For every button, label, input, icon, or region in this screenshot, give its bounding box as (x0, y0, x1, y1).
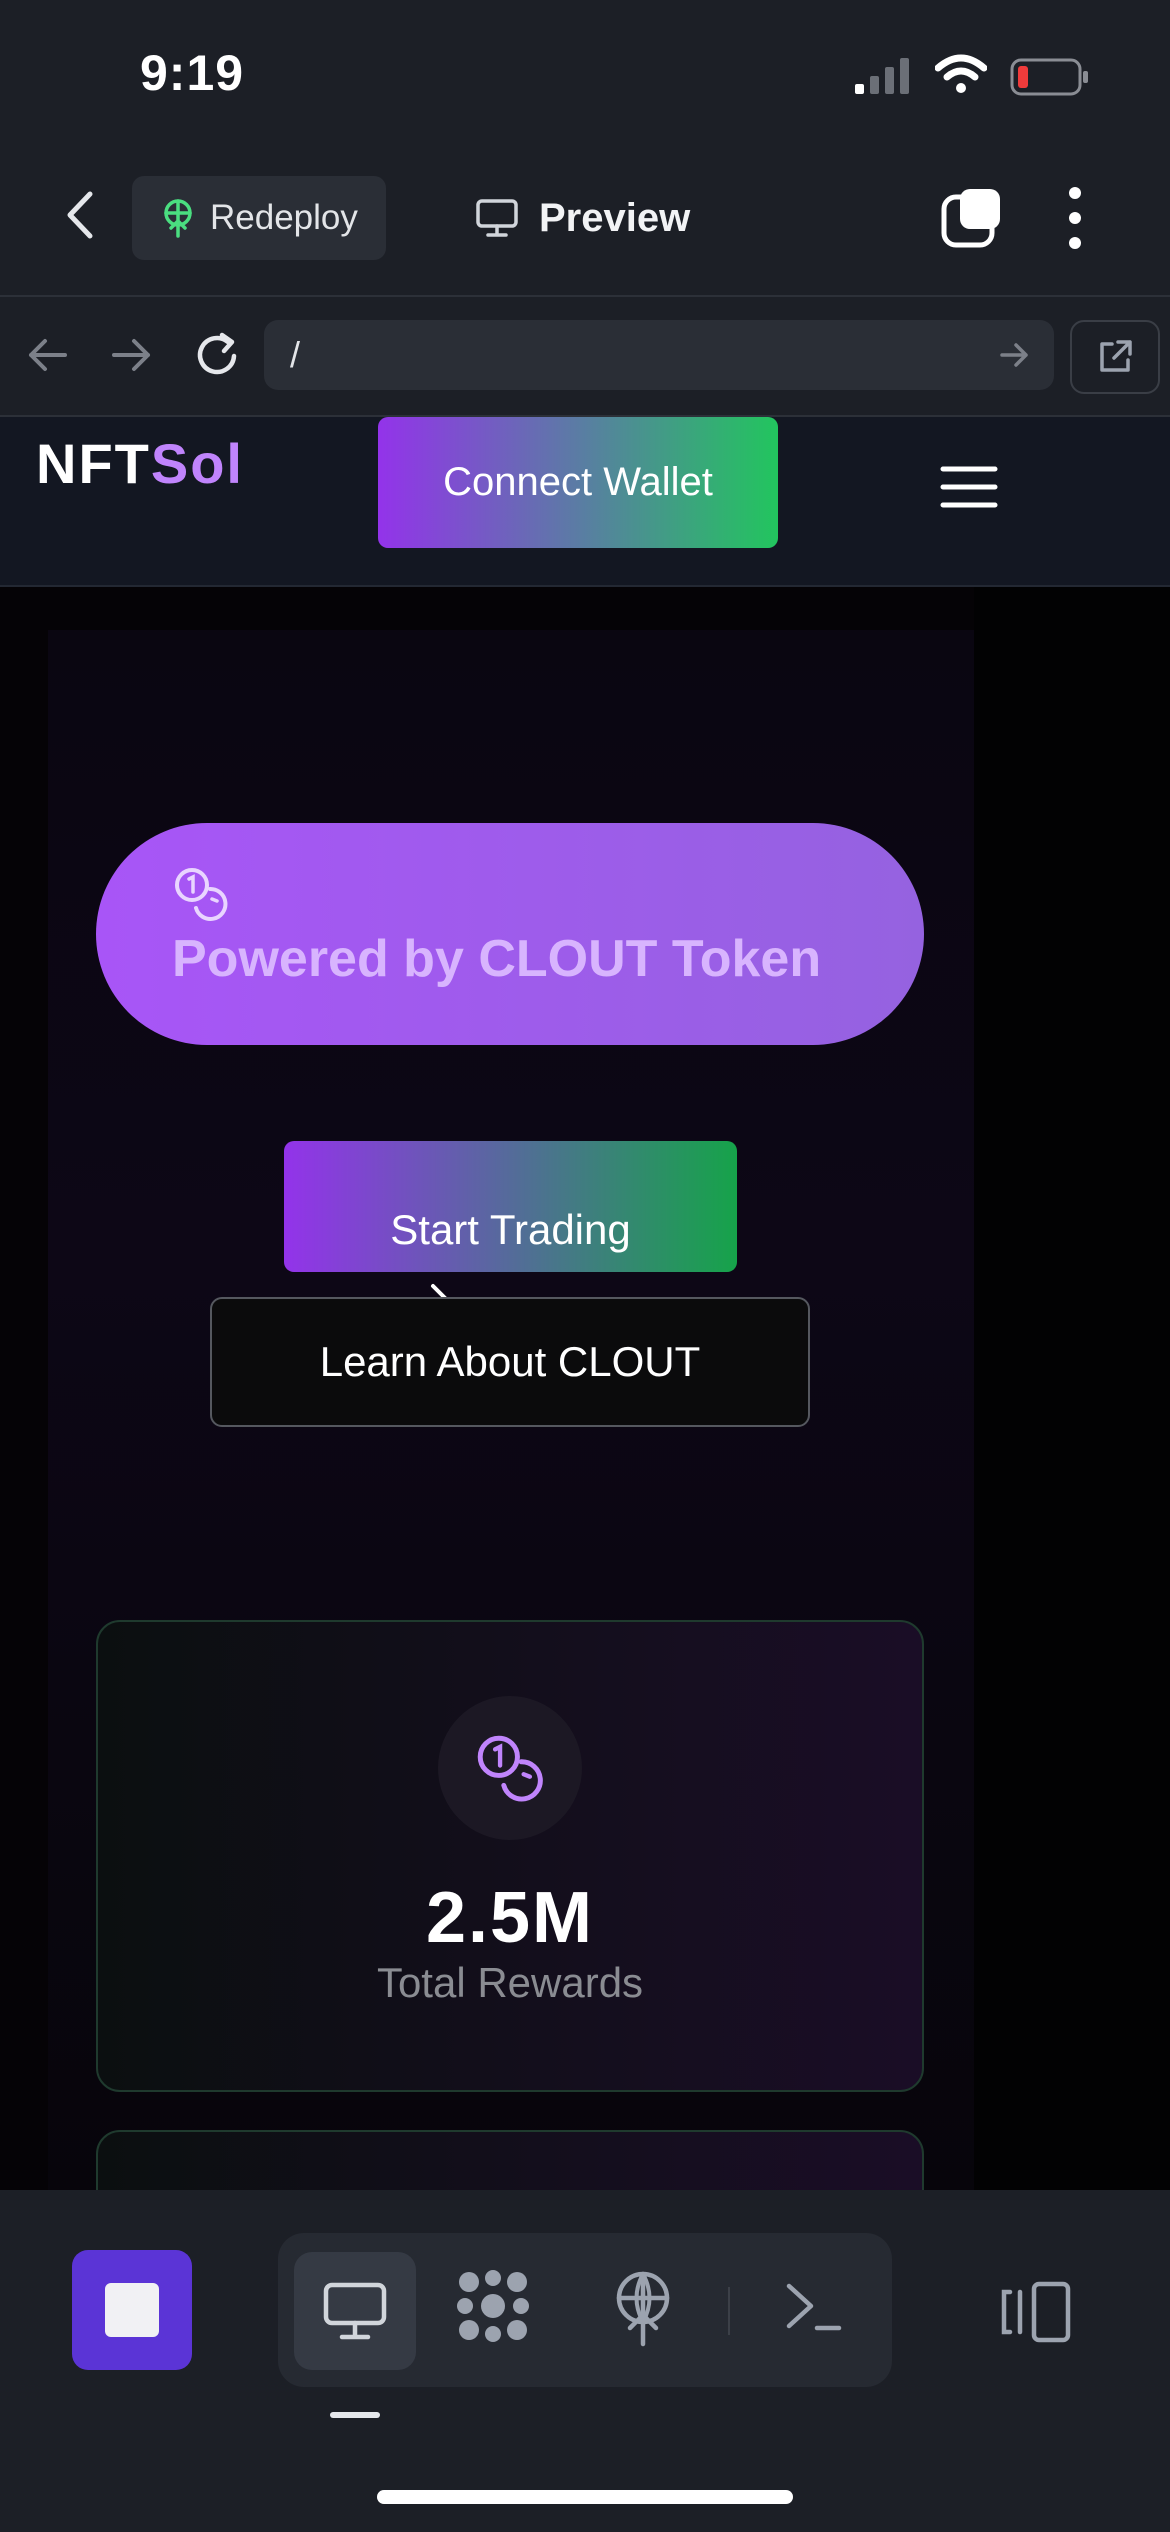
external-link-icon (1100, 340, 1132, 372)
learn-about-clout-button[interactable]: Learn About CLOUT (210, 1297, 810, 1427)
stat-card-partial (96, 2130, 924, 2190)
url-text: / (290, 334, 301, 375)
stat-value: 2.5M (425, 1878, 595, 1958)
hamburger-menu-button[interactable] (940, 465, 998, 509)
monitor-icon (323, 2282, 387, 2340)
tabs-icon (941, 189, 1000, 248)
redeploy-label: Redeploy (210, 198, 358, 237)
tool-apps-button[interactable] (455, 2268, 531, 2344)
layout-toggle-button[interactable] (1000, 2280, 1072, 2344)
reload-icon (197, 332, 237, 375)
more-vertical-icon (1069, 187, 1081, 249)
stat-label: Total Rewards (376, 1959, 644, 2006)
wifi-icon (935, 54, 987, 94)
preview-tab[interactable]: Preview (475, 176, 690, 260)
deploy-icon (616, 2271, 670, 2347)
status-time: 9:19 (140, 45, 245, 101)
coins-icon (474, 1732, 546, 1804)
logo-nft: NFT (36, 432, 151, 495)
arrow-right-icon (112, 339, 150, 371)
toolbar-divider (728, 2287, 730, 2335)
site-header: NFTSol Connect Wallet (0, 417, 1170, 587)
deploy-icon (160, 198, 196, 238)
webpage-preview: NFTSol Connect Wallet Powered by CLOUT T… (0, 417, 1170, 2190)
preview-label: Preview (539, 195, 691, 240)
apps-icon (457, 2270, 529, 2342)
home-indicator[interactable] (377, 2490, 793, 2504)
site-logo[interactable]: NFTSol (36, 431, 244, 496)
logo-sol: Sol (150, 432, 244, 495)
terminal-icon (786, 2283, 842, 2331)
stop-icon (105, 2283, 159, 2337)
nav-forward-button[interactable] (110, 335, 154, 375)
tabs-button[interactable] (940, 185, 1004, 249)
monitor-icon (475, 198, 519, 238)
reload-button[interactable] (192, 330, 244, 380)
url-input[interactable]: / (264, 320, 1054, 390)
redeploy-button[interactable]: Redeploy (132, 176, 386, 260)
open-external-button[interactable] (1070, 320, 1160, 394)
go-arrow-icon[interactable] (998, 337, 1032, 373)
active-tool-indicator (330, 2412, 380, 2418)
arrow-left-icon (29, 339, 67, 371)
tool-deploy-button[interactable] (610, 2268, 676, 2348)
stop-button[interactable] (72, 2250, 192, 2370)
panel-layout-icon (1001, 2281, 1071, 2343)
more-options-button[interactable] (1060, 185, 1090, 251)
powered-by-text: Powered by CLOUT Token (172, 930, 822, 988)
menu-icon (940, 466, 998, 508)
nav-back-button[interactable] (25, 335, 69, 375)
stat-card (96, 1620, 924, 2092)
chevron-left-icon (67, 191, 93, 239)
tool-preview-button[interactable] (294, 2252, 416, 2370)
signal-icon (855, 58, 915, 94)
stat-icon-circle (438, 1696, 582, 1840)
tool-console-button[interactable] (783, 2278, 843, 2334)
back-button[interactable] (60, 190, 110, 250)
coins-icon (172, 865, 230, 923)
start-trading-button[interactable]: Start Trading (284, 1141, 737, 1272)
connect-wallet-button[interactable]: Connect Wallet (378, 417, 778, 548)
battery-icon (1010, 58, 1090, 96)
